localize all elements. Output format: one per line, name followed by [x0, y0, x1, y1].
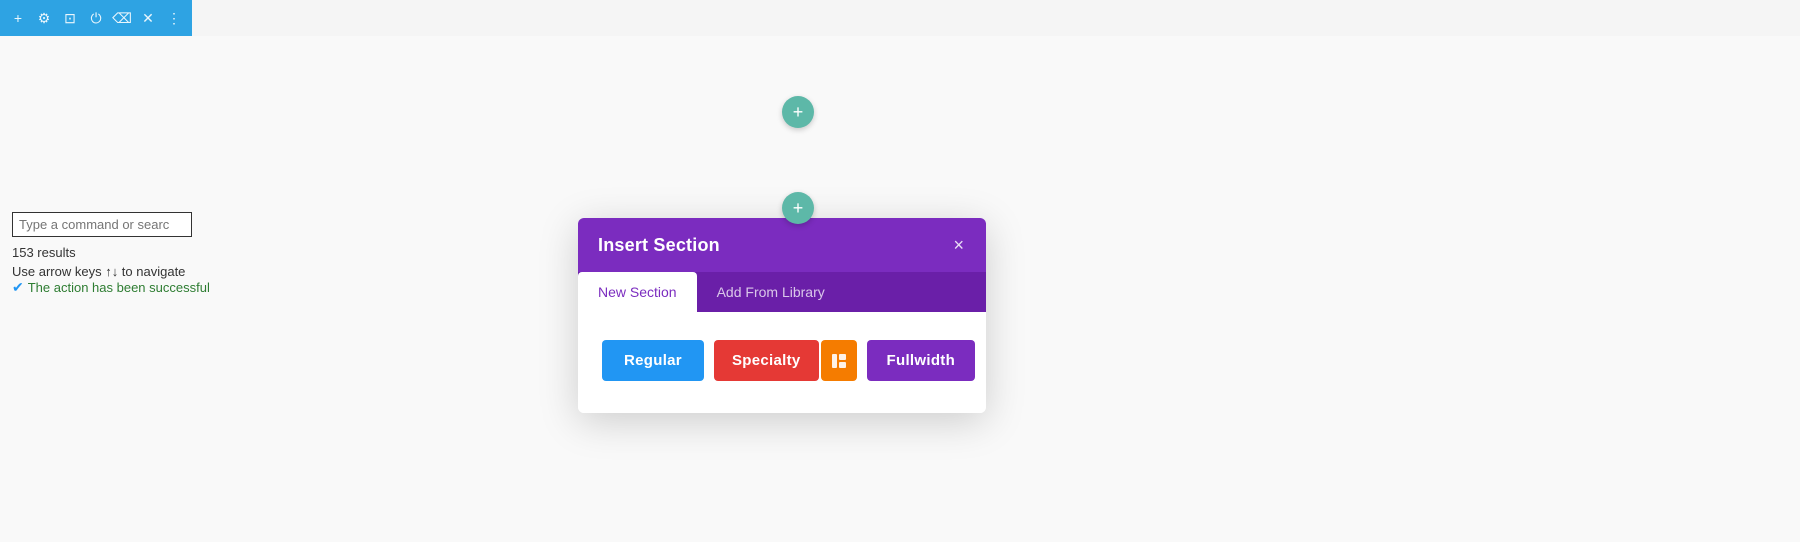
add-icon[interactable]: + — [8, 8, 28, 28]
trash-icon[interactable]: ⌫ — [112, 8, 132, 28]
specialty-group: Specialty — [714, 340, 857, 381]
specialty-icon-button[interactable] — [821, 340, 857, 381]
modal-close-button[interactable]: × — [951, 234, 966, 256]
specialty-layout-icon — [831, 353, 847, 369]
canvas: + + 153 results Use arrow keys ↑↓ to nav… — [0, 36, 1800, 542]
layout-icon[interactable]: ⊡ — [60, 8, 80, 28]
insert-section-modal: Insert Section × New Section Add From Li… — [578, 218, 986, 413]
modal-tabs: New Section Add From Library — [578, 272, 986, 312]
regular-section-button[interactable]: Regular — [602, 340, 704, 381]
close-icon[interactable]: ✕ — [138, 8, 158, 28]
toolbar: + ⚙ ⊡ ⏻ ⌫ ✕ ⋮ — [0, 0, 192, 36]
fullwidth-section-button[interactable]: Fullwidth — [867, 340, 976, 381]
tab-add-from-library[interactable]: Add From Library — [697, 272, 845, 312]
modal-header: Insert Section × — [578, 218, 986, 272]
add-section-active-button[interactable]: + — [782, 192, 814, 224]
specialty-section-button[interactable]: Specialty — [714, 340, 819, 381]
modal-body: Regular Specialty Fullwidth — [578, 312, 986, 413]
more-icon[interactable]: ⋮ — [164, 8, 184, 28]
tab-new-section[interactable]: New Section — [578, 272, 697, 312]
modal-title: Insert Section — [598, 235, 720, 256]
settings-icon[interactable]: ⚙ — [34, 8, 54, 28]
modal-overlay: Insert Section × New Section Add From Li… — [0, 36, 1800, 542]
power-icon[interactable]: ⏻ — [86, 8, 106, 28]
